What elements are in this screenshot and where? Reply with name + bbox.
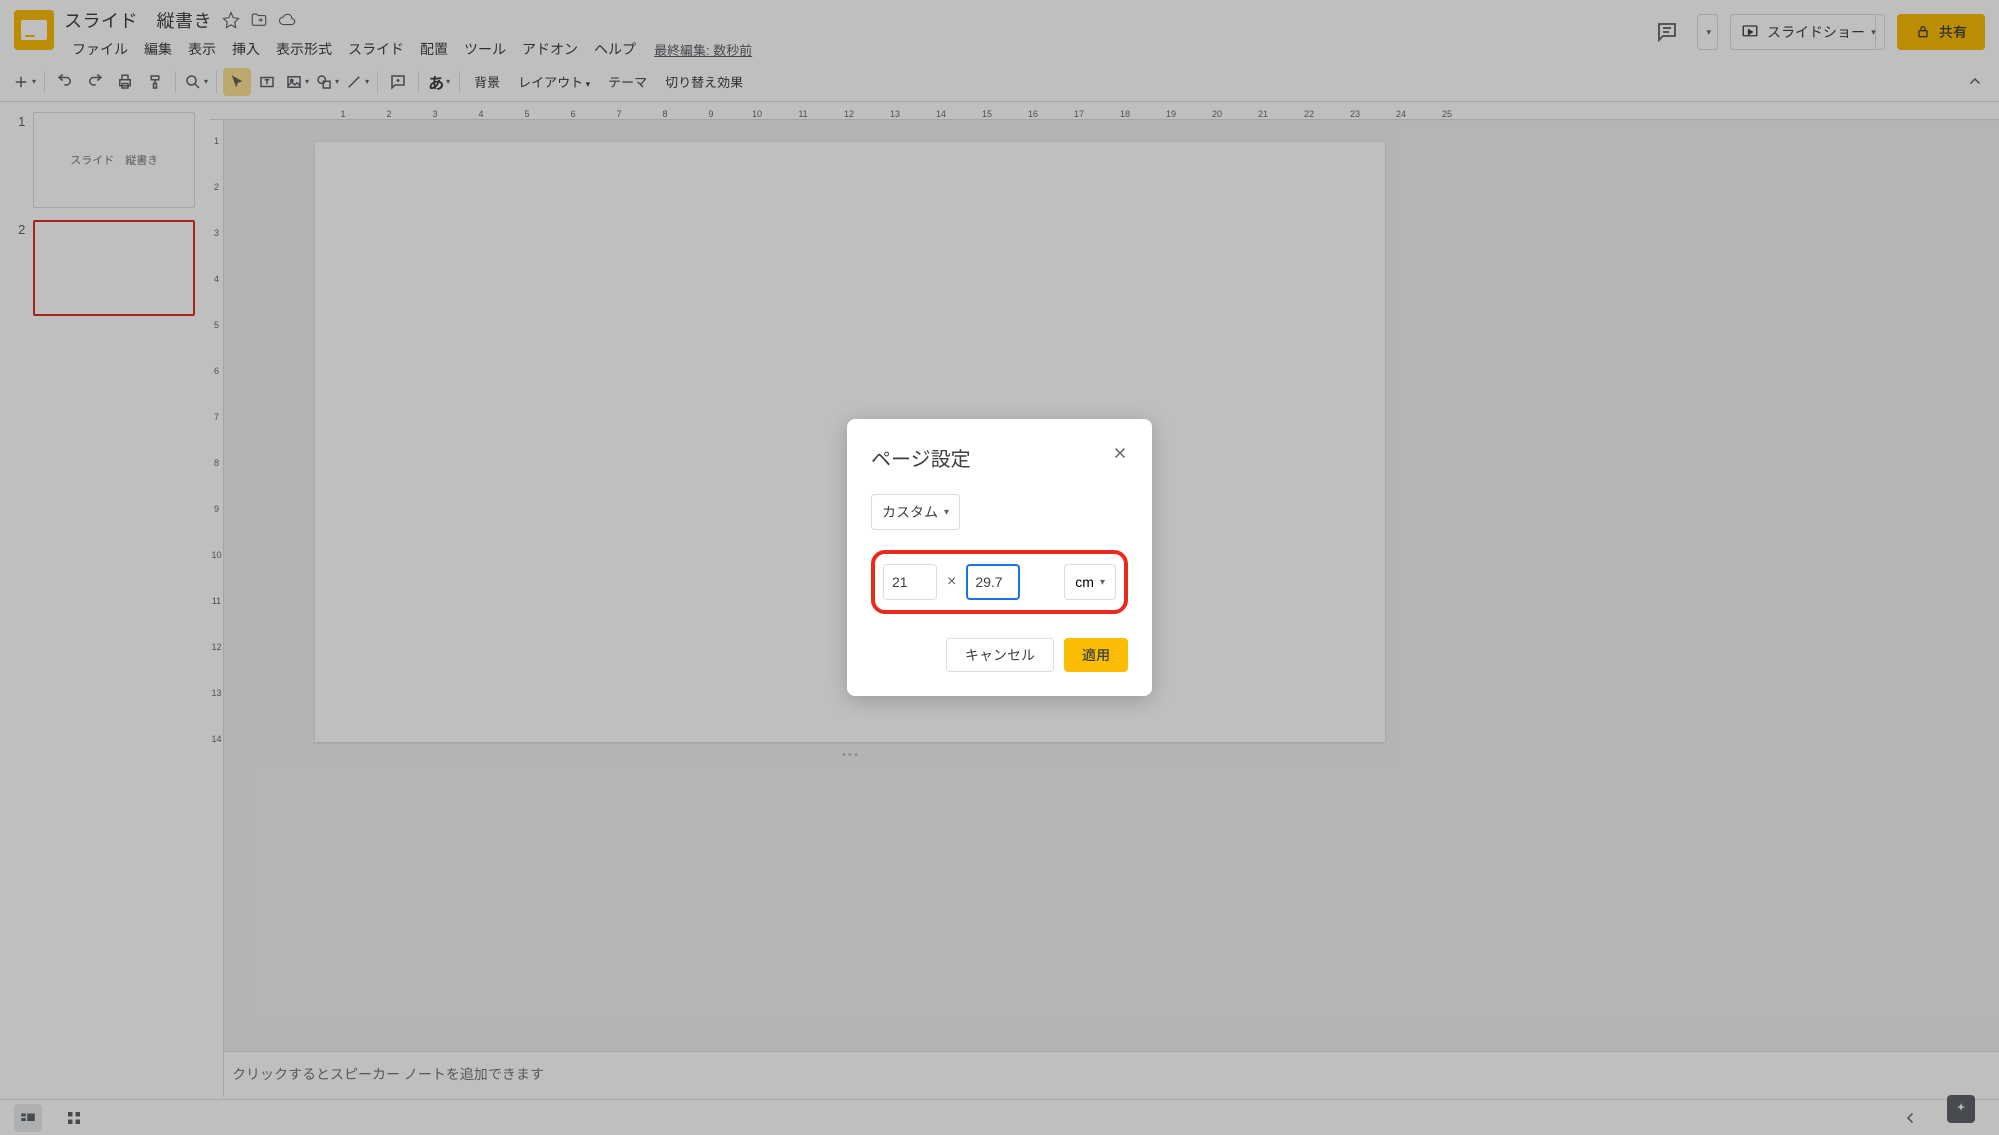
multiply-icon: × — [947, 573, 956, 591]
apply-button[interactable]: 適用 — [1064, 638, 1128, 672]
close-icon[interactable] — [1108, 441, 1132, 465]
page-setup-dialog: ページ設定 カスタム × cm キャンセル 適用 — [847, 419, 1152, 696]
width-input[interactable] — [883, 564, 937, 600]
page-preset-select[interactable]: カスタム — [871, 494, 960, 530]
size-inputs-highlight: × cm — [871, 550, 1128, 614]
unit-select[interactable]: cm — [1064, 564, 1116, 600]
dialog-title: ページ設定 — [871, 443, 1128, 472]
height-input[interactable] — [966, 564, 1020, 600]
cancel-button[interactable]: キャンセル — [946, 638, 1054, 672]
